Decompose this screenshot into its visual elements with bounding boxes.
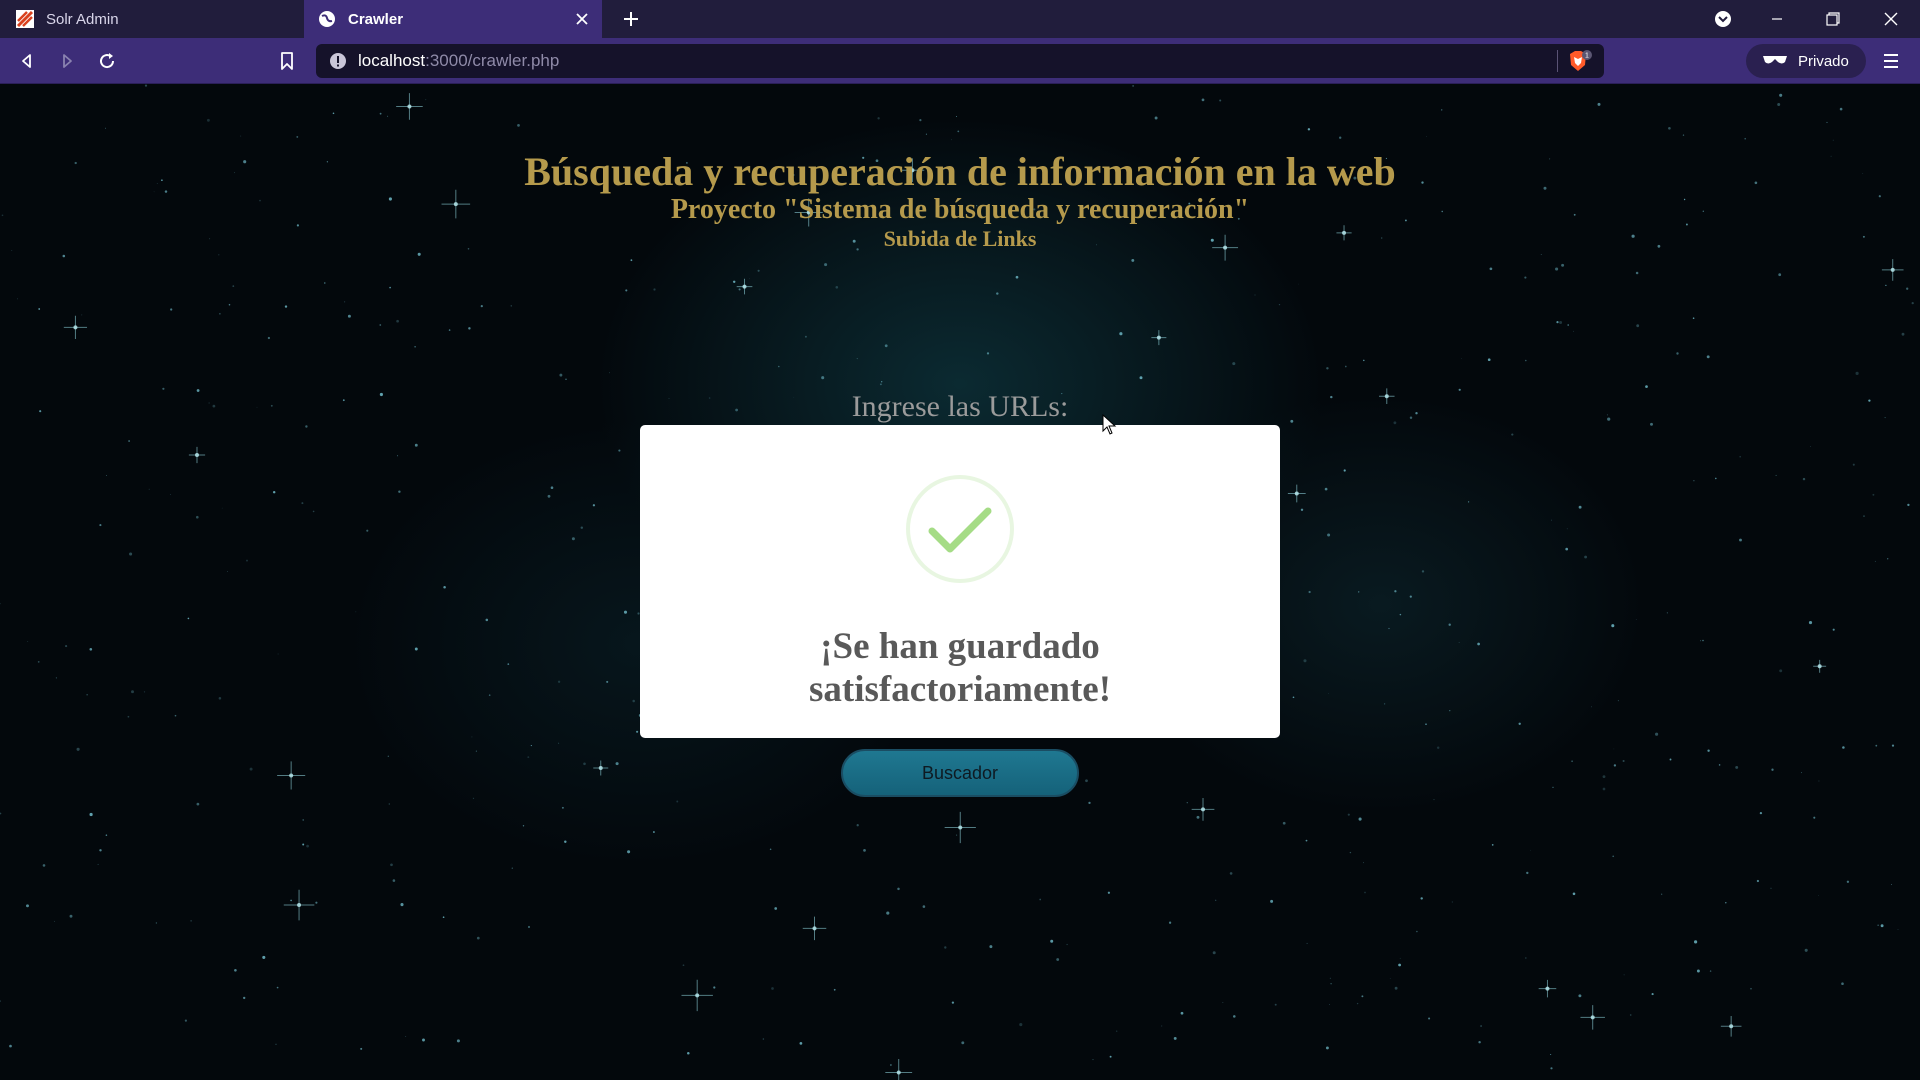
back-icon[interactable]	[14, 48, 40, 74]
success-message-line1: ¡Se han guardado	[820, 626, 1100, 667]
site-info-icon[interactable]	[328, 51, 348, 71]
page-viewport: Búsqueda y recuperación de información e…	[0, 84, 1920, 1080]
url-text: localhost:3000/crawler.php	[358, 51, 560, 70]
page-title: Búsqueda y recuperación de información e…	[524, 149, 1396, 194]
globe-icon	[316, 8, 338, 30]
tab-search-icon[interactable]	[1700, 0, 1746, 38]
tab-solr-admin[interactable]: Solr Admin	[0, 0, 302, 38]
forward-icon[interactable]	[54, 48, 80, 74]
tab-strip: Solr Admin Crawler	[0, 0, 1920, 38]
bookmark-icon[interactable]	[274, 48, 300, 74]
reload-icon[interactable]	[94, 48, 120, 74]
new-tab-button[interactable]	[616, 4, 646, 34]
success-check-icon	[906, 475, 1014, 583]
hamburger-menu-icon[interactable]	[1880, 50, 1902, 72]
restore-icon[interactable]	[1810, 0, 1856, 38]
shield-count: 1	[1585, 53, 1589, 60]
private-mask-icon	[1762, 53, 1788, 70]
brave-shield-icon[interactable]: 1	[1566, 49, 1592, 75]
close-window-icon[interactable]	[1868, 0, 1914, 38]
buscador-button[interactable]: Buscador	[841, 749, 1079, 797]
tab-crawler[interactable]: Crawler	[304, 0, 602, 38]
close-tab-icon[interactable]	[572, 9, 592, 29]
mouse-cursor-icon	[1102, 414, 1117, 435]
url-prompt-label: Ingrese las URLs:	[851, 390, 1069, 423]
browser-toolbar: localhost:3000/crawler.php 1 Privado	[0, 38, 1920, 84]
page-subtitle: Proyecto "Sistema de búsqueda y recupera…	[670, 194, 1250, 225]
tab-label: Solr Admin	[46, 10, 119, 28]
section-title: Subida de Links	[883, 226, 1037, 251]
private-window-badge[interactable]: Privado	[1746, 44, 1866, 78]
success-message: ¡Se han guardado satisfactoriamente!	[640, 625, 1280, 711]
minimize-icon[interactable]	[1754, 0, 1800, 38]
url-separator	[1557, 50, 1558, 72]
success-modal: ¡Se han guardado satisfactoriamente!	[640, 425, 1280, 738]
solr-logo-icon	[14, 8, 36, 30]
success-message-line2: satisfactoriamente!	[808, 669, 1112, 710]
address-bar[interactable]: localhost:3000/crawler.php 1	[316, 44, 1604, 78]
private-label: Privado	[1798, 52, 1849, 70]
tab-label: Crawler	[348, 10, 404, 28]
